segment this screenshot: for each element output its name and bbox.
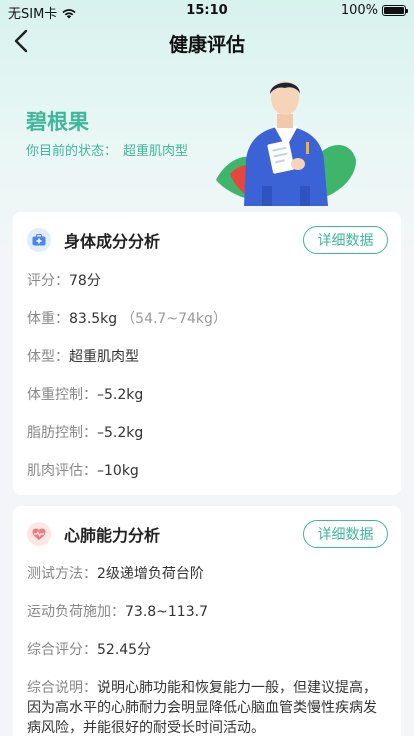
body-card-title: 身体成分分析 bbox=[64, 232, 161, 251]
profile-name: 碧根果 bbox=[26, 110, 89, 134]
row-value: 78分 bbox=[69, 273, 101, 289]
status-bar: 无SIM卡 15:10 100% bbox=[0, 0, 414, 22]
row-value: 83.5kg bbox=[69, 311, 118, 327]
status-right: 100% bbox=[340, 3, 408, 18]
weight-row: 体重：83.5kg （54.7~74kg） bbox=[27, 310, 227, 328]
weight-range: （54.7~74kg） bbox=[121, 311, 227, 327]
battery-percent: 100% bbox=[340, 3, 378, 18]
profile-status: 你目前的状态： 超重肌肉型 bbox=[26, 140, 188, 159]
row-label: 脂肪控制： bbox=[27, 425, 97, 441]
row-value: –5.2kg bbox=[97, 425, 144, 441]
overall-score-row: 综合评分：52.45分 bbox=[27, 641, 151, 659]
heart-detail-button[interactable]: 详细数据 bbox=[303, 520, 388, 548]
muscle-assessment-row: 肌肉评估：–10kg bbox=[27, 462, 139, 480]
heart-pulse-icon bbox=[27, 522, 51, 546]
score-row: 评分：78分 bbox=[27, 272, 101, 290]
row-label: 综合评分： bbox=[27, 642, 97, 658]
row-value: 2级递增负荷台阶 bbox=[97, 566, 204, 582]
body-detail-button[interactable]: 详细数据 bbox=[303, 226, 388, 254]
cardiopulmonary-card: 心肺能力分析 详细数据 测试方法：2级递增负荷台阶 运动负荷施加：73.8~11… bbox=[13, 506, 401, 736]
summary-label: 综合说明： bbox=[27, 680, 97, 696]
row-label: 体重： bbox=[27, 311, 69, 327]
row-value: 超重肌肉型 bbox=[69, 349, 139, 365]
load-row: 运动负荷施加：73.8~113.7 bbox=[27, 603, 208, 621]
heart-card-header: 心肺能力分析 详细数据 bbox=[13, 506, 401, 562]
page-title: 健康评估 bbox=[168, 34, 245, 56]
body-type-row: 体型：超重肌肉型 bbox=[27, 348, 139, 366]
summary-paragraph: 综合说明：说明心肺功能和恢复能力一般，但建议提高，因为高水平的心肺耐力会明显降低… bbox=[27, 678, 387, 736]
row-label: 肌肉评估： bbox=[27, 463, 97, 479]
row-label: 测试方法： bbox=[27, 566, 97, 582]
battery-icon bbox=[382, 5, 408, 16]
row-label: 体重控制： bbox=[27, 387, 97, 403]
row-label: 运动负荷施加： bbox=[27, 604, 125, 620]
profile-status-value: 超重肌肉型 bbox=[123, 144, 189, 159]
row-label: 评分： bbox=[27, 273, 69, 289]
profile-status-label: 你目前的状态： bbox=[26, 144, 118, 159]
row-value: –10kg bbox=[97, 463, 139, 479]
row-value: 73.8~113.7 bbox=[125, 604, 208, 620]
heart-card-title: 心肺能力分析 bbox=[64, 526, 161, 545]
medical-kit-icon bbox=[27, 228, 51, 252]
row-value: –5.2kg bbox=[97, 387, 144, 403]
body-card-header: 身体成分分析 详细数据 bbox=[13, 212, 401, 268]
row-value: 52.45分 bbox=[97, 642, 152, 658]
body-composition-card: 身体成分分析 详细数据 评分：78分 体重：83.5kg （54.7~74kg） … bbox=[13, 212, 401, 495]
doctor-illustration bbox=[216, 81, 356, 206]
weight-control-row: 体重控制：–5.2kg bbox=[27, 386, 143, 404]
fat-control-row: 脂肪控制：–5.2kg bbox=[27, 424, 143, 442]
row-label: 体型： bbox=[27, 349, 69, 365]
test-method-row: 测试方法：2级递增负荷台阶 bbox=[27, 565, 204, 583]
nav-bar: 健康评估 bbox=[0, 22, 414, 62]
